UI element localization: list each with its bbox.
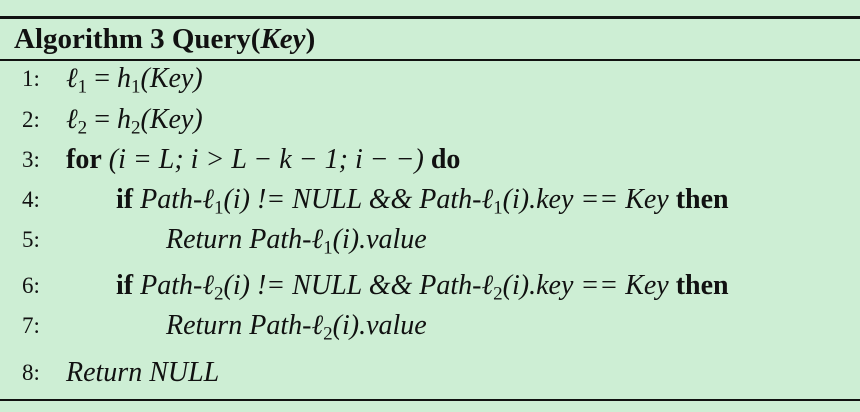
algorithm-header: Algorithm 3 Query(Key) — [14, 21, 315, 57]
line-number: 2: — [22, 107, 40, 132]
header-rule — [0, 59, 860, 61]
algorithm-close: ) — [305, 23, 316, 55]
line-body: Return Path-ℓ1(i).value — [166, 224, 427, 259]
algorithm-arg: Key — [260, 23, 306, 55]
line-body: Return NULL — [66, 357, 220, 388]
bottom-rule — [0, 399, 860, 401]
keyword-do: do — [430, 144, 461, 175]
keyword-then: then — [675, 270, 729, 301]
keyword-then: then — [675, 184, 729, 215]
keyword-if: if — [116, 270, 134, 301]
top-rule — [0, 16, 860, 19]
line-body: for (i = L; i > L − k − 1; i − −) do — [66, 144, 461, 175]
algorithm-name: Query( — [171, 23, 261, 55]
line-body: Return Path-ℓ2(i).value — [166, 310, 427, 345]
line-number: 4: — [22, 187, 40, 212]
line-number: 6: — [22, 273, 40, 298]
line-number: 5: — [22, 227, 40, 252]
line-body: ℓ2 = h2(Key) — [66, 104, 203, 139]
line-number: 8: — [22, 360, 40, 385]
keyword-if: if — [116, 184, 134, 215]
line-body: if Path-ℓ2(i) != NULL && Path-ℓ2(i).key … — [116, 270, 729, 305]
keyword-for: for — [66, 144, 102, 175]
algorithm-label: Algorithm 3 — [14, 23, 165, 55]
line-body: if Path-ℓ1(i) != NULL && Path-ℓ1(i).key … — [116, 184, 729, 219]
line-body: ℓ1 = h1(Key) — [66, 63, 203, 98]
line-number: 7: — [22, 313, 40, 338]
line-number: 1: — [22, 66, 40, 91]
line-number: 3: — [22, 147, 40, 172]
